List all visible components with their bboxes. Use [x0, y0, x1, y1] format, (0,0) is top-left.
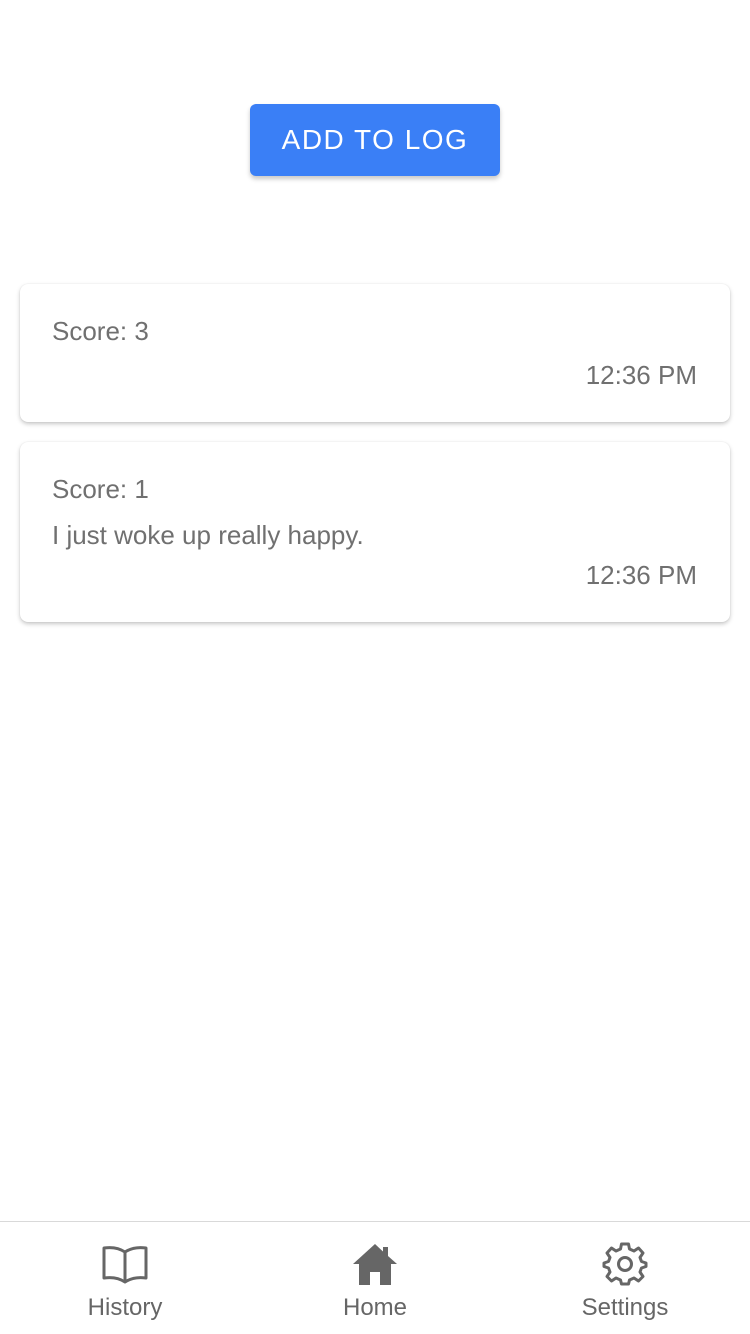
- tab-settings[interactable]: Settings: [500, 1222, 750, 1334]
- tab-history[interactable]: History: [0, 1222, 250, 1334]
- book-icon: [102, 1246, 148, 1284]
- tab-settings-label: Settings: [581, 1294, 669, 1321]
- tab-history-label: History: [87, 1294, 163, 1321]
- gear-icon: [602, 1242, 648, 1286]
- log-entry-time: 12:36 PM: [585, 360, 697, 390]
- log-entry-card[interactable]: Score: 3 12:36 PM: [20, 284, 730, 422]
- log-list: Score: 3 12:36 PM Score: 1 I just woke u…: [20, 284, 730, 642]
- app-screen: ADD TO LOG Score: 3 12:36 PM Score: 1 I …: [0, 0, 750, 1334]
- home-icon: [353, 1244, 397, 1285]
- log-entry-time: 12:36 PM: [585, 560, 697, 590]
- tab-home-label: Home: [342, 1294, 408, 1321]
- tab-home[interactable]: Home: [250, 1222, 500, 1334]
- add-to-log-button[interactable]: ADD TO LOG: [250, 104, 500, 176]
- log-entry-score: Score: 1: [52, 474, 149, 504]
- log-entry-card[interactable]: Score: 1 I just woke up really happy. 12…: [20, 442, 730, 622]
- bottom-tab-bar: History Home Settings: [0, 1221, 750, 1334]
- log-entry-score: Score: 3: [52, 316, 149, 346]
- log-entry-note: I just woke up really happy.: [52, 520, 364, 550]
